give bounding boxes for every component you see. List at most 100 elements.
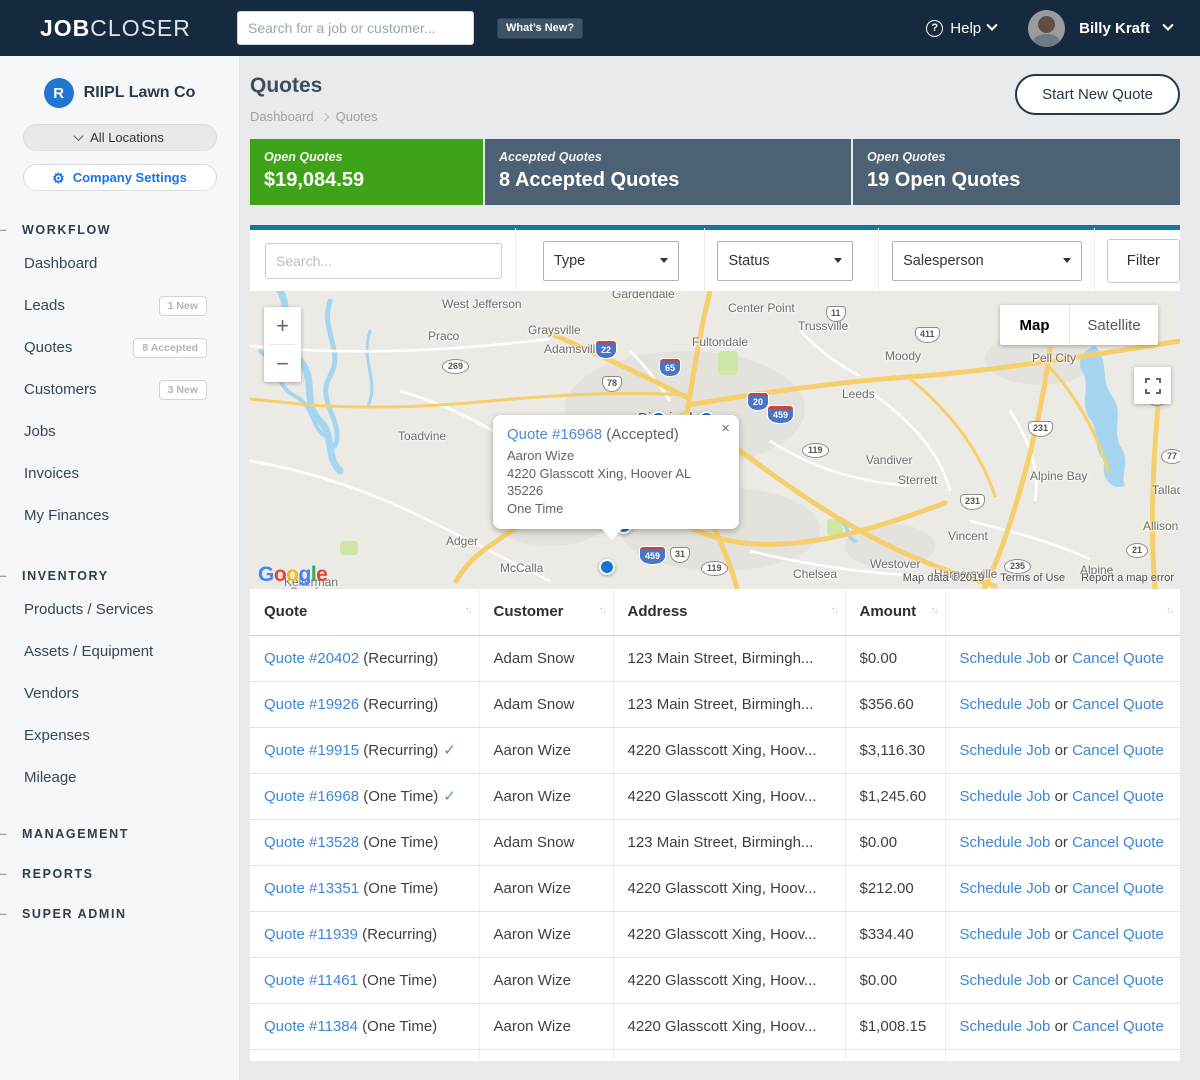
fullscreen-button[interactable]: [1134, 367, 1171, 404]
all-locations-label: All Locations: [90, 130, 164, 145]
sidebar-item-quotes[interactable]: Quotes8 Accepted: [0, 327, 239, 369]
info-window-quote-link[interactable]: Quote #16968: [507, 426, 602, 443]
cancel-quote-link[interactable]: Cancel Quote: [1072, 834, 1164, 851]
info-window-status: (Accepted): [606, 426, 679, 443]
column-header-customer[interactable]: Customer↑↓: [479, 589, 613, 635]
schedule-job-link[interactable]: Schedule Job: [960, 696, 1051, 713]
interstate-shield: 65: [660, 359, 680, 376]
satellite-view-button[interactable]: Satellite: [1070, 305, 1158, 345]
map-view-button[interactable]: Map: [1000, 305, 1070, 345]
all-locations-dropdown[interactable]: All Locations: [23, 124, 217, 151]
column-header-amount[interactable]: Amount↑↓: [845, 589, 945, 635]
quotes-search-input[interactable]: [265, 243, 502, 279]
sidebar-item-products-services[interactable]: Products / Services: [0, 589, 239, 631]
zoom-out-button[interactable]: −: [264, 345, 301, 382]
quote-link[interactable]: Quote #19926: [264, 696, 359, 713]
cancel-quote-link[interactable]: Cancel Quote: [1072, 972, 1164, 989]
quote-link[interactable]: Quote #13528: [264, 834, 359, 851]
customer-cell: Adam Snow: [479, 635, 613, 681]
sidebar-item-mileage[interactable]: Mileage: [0, 757, 239, 799]
sidebar-item-my-finances[interactable]: My Finances: [0, 495, 239, 537]
chevron-right-icon: [320, 112, 328, 120]
quotes-map[interactable]: West Jefferson Gardendale Center Point T…: [250, 291, 1180, 589]
quote-link[interactable]: Quote #19915: [264, 742, 359, 759]
map-place-label: Praco: [428, 329, 459, 343]
state-route-shield: 21: [1126, 543, 1148, 558]
status-select[interactable]: Status: [717, 241, 853, 281]
close-icon[interactable]: ×: [721, 421, 730, 436]
state-route-shield: 119: [802, 443, 829, 458]
start-new-quote-button[interactable]: Start New Quote: [1015, 74, 1180, 115]
cancel-quote-link[interactable]: Cancel Quote: [1072, 696, 1164, 713]
quote-link[interactable]: Quote #11384: [264, 1018, 358, 1035]
cancel-quote-link[interactable]: Cancel Quote: [1072, 1018, 1164, 1035]
schedule-job-link[interactable]: Schedule Job: [960, 880, 1051, 897]
section-super-admin[interactable]: SUPER ADMIN: [0, 905, 239, 923]
user-avatar[interactable]: [1028, 10, 1065, 47]
address-cell: 4220 Glasscott Xing, Hoov...: [613, 957, 845, 1003]
filter-button[interactable]: Filter: [1107, 239, 1180, 283]
whats-new-button[interactable]: What’s New?: [497, 18, 583, 39]
type-select[interactable]: Type: [543, 241, 679, 281]
schedule-job-link[interactable]: Schedule Job: [960, 742, 1051, 759]
company-settings-label: Company Settings: [73, 170, 187, 185]
divider: [1094, 228, 1095, 294]
column-header-quote[interactable]: Quote↑↓: [250, 589, 479, 635]
cancel-quote-link[interactable]: Cancel Quote: [1072, 926, 1164, 943]
quote-link[interactable]: Quote #16968: [264, 788, 359, 805]
company-row: R RIIPL Lawn Co: [0, 56, 239, 108]
schedule-job-link[interactable]: Schedule Job: [960, 972, 1051, 989]
schedule-job-link[interactable]: Schedule Job: [960, 1018, 1051, 1035]
map-place-label: Westover: [870, 557, 920, 571]
report-map-error-link[interactable]: Report a map error: [1081, 572, 1174, 584]
cancel-quote-link[interactable]: Cancel Quote: [1072, 788, 1164, 805]
map-place-label: Pell City: [1032, 351, 1076, 365]
chevron-down-icon[interactable]: [1162, 20, 1173, 31]
column-header-actions[interactable]: ↑↓: [945, 589, 1180, 635]
google-logo: Google: [258, 563, 327, 587]
zoom-in-button[interactable]: +: [264, 307, 301, 344]
terms-of-use-link[interactable]: Terms of Use: [1000, 572, 1065, 584]
cancel-quote-link[interactable]: Cancel Quote: [1072, 650, 1164, 667]
schedule-job-link[interactable]: Schedule Job: [960, 834, 1051, 851]
salesperson-select[interactable]: Salesperson: [892, 241, 1082, 281]
map-place-label: Adger: [446, 534, 478, 548]
section-management[interactable]: MANAGEMENT: [0, 825, 239, 843]
sort-icon[interactable]: ↑↓: [465, 605, 471, 616]
sidebar-item-jobs[interactable]: Jobs: [0, 411, 239, 453]
customer-cell: Aaron Wize: [479, 957, 613, 1003]
map-place-label: Leeds: [842, 387, 875, 401]
sidebar-item-customers[interactable]: Customers3 New: [0, 369, 239, 411]
schedule-job-link[interactable]: Schedule Job: [960, 788, 1051, 805]
sidebar-item-leads[interactable]: Leads1 New: [0, 285, 239, 327]
schedule-job-link[interactable]: Schedule Job: [960, 926, 1051, 943]
state-route-shield: 77: [1161, 449, 1180, 464]
quote-link[interactable]: Quote #20402: [264, 650, 359, 667]
help-menu[interactable]: Help: [926, 20, 996, 37]
map-place-label: Allison: [1143, 519, 1178, 533]
section-reports[interactable]: REPORTS: [0, 865, 239, 883]
sidebar-item-expenses[interactable]: Expenses: [0, 715, 239, 757]
map-pin[interactable]: [599, 559, 615, 575]
sort-icon[interactable]: ↑↓: [931, 605, 937, 616]
column-header-address[interactable]: Address↑↓: [613, 589, 845, 635]
cancel-quote-link[interactable]: Cancel Quote: [1072, 742, 1164, 759]
sidebar-item-invoices[interactable]: Invoices: [0, 453, 239, 495]
open-quotes-count: 19 Open Quotes: [867, 169, 1166, 192]
sidebar-item-dashboard[interactable]: Dashboard: [0, 243, 239, 285]
global-search-input[interactable]: [237, 11, 474, 45]
state-route-shield: 269: [442, 359, 469, 374]
quote-link[interactable]: Quote #13351: [264, 880, 359, 897]
quote-link[interactable]: Quote #11939: [264, 926, 358, 943]
cancel-quote-link[interactable]: Cancel Quote: [1072, 880, 1164, 897]
sort-icon[interactable]: ↑↓: [1166, 605, 1172, 616]
quote-link[interactable]: Quote #11461: [264, 972, 358, 989]
state-route-shield: 119: [701, 561, 728, 576]
company-settings-button[interactable]: ⚙ Company Settings: [23, 164, 217, 191]
sort-icon[interactable]: ↑↓: [599, 605, 605, 616]
sort-icon[interactable]: ↑↓: [831, 605, 837, 616]
schedule-job-link[interactable]: Schedule Job: [960, 650, 1051, 667]
sidebar-item-assets-equipment[interactable]: Assets / Equipment: [0, 631, 239, 673]
breadcrumb-dashboard[interactable]: Dashboard: [250, 109, 314, 124]
sidebar-item-vendors[interactable]: Vendors: [0, 673, 239, 715]
